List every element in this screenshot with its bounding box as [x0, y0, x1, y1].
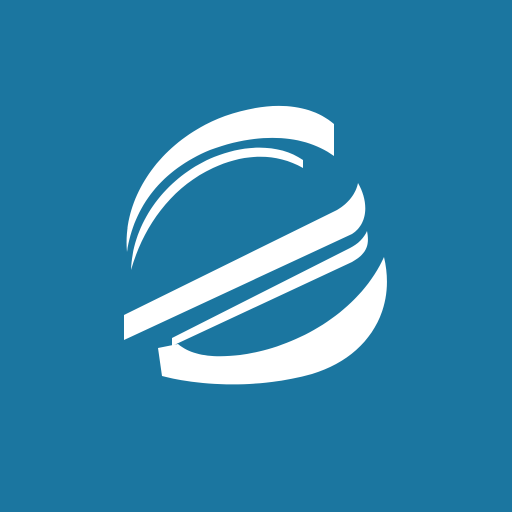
globe-logo-icon — [0, 0, 512, 512]
app-icon — [0, 0, 512, 512]
